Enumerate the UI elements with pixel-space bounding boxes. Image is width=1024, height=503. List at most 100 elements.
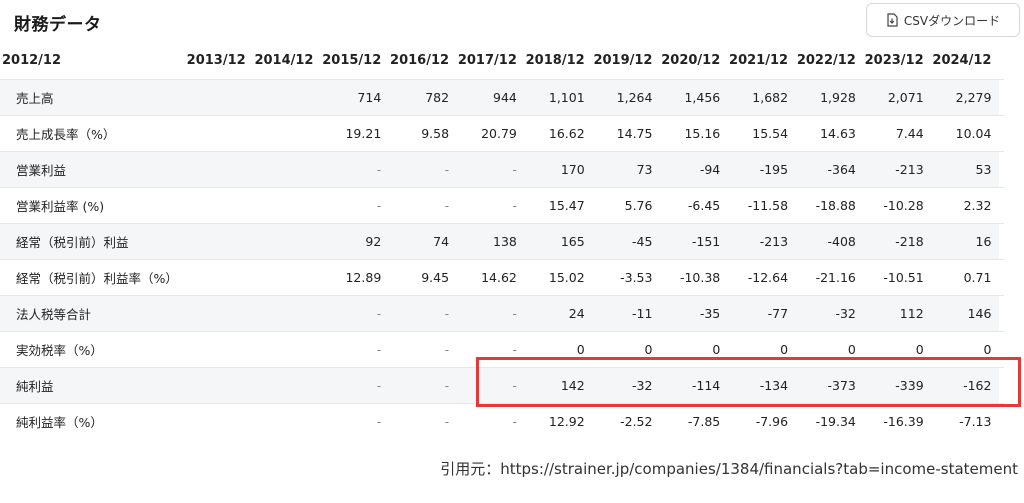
table-row: 純利益 - - - 142 -32 -114 -134 -373 -339 -162	[0, 367, 1004, 404]
value-cell: 714	[357, 90, 382, 105]
value-cell: 1,682	[752, 90, 789, 105]
value-cell: 142	[560, 378, 585, 393]
value-cell: -	[444, 306, 450, 321]
value-cell: -2.52	[620, 414, 653, 430]
value-cell: 16.62	[548, 126, 585, 141]
row-label: 純利益	[16, 379, 54, 394]
value-cell: 1,101	[548, 90, 585, 105]
row-label: 売上成長率（%）	[16, 127, 116, 142]
csv-download-button[interactable]: CSVダウンロード	[866, 3, 1020, 37]
value-cell	[254, 368, 322, 404]
value-cell	[186, 260, 254, 296]
value-cell: -11.58	[747, 198, 789, 213]
value-cell: 74	[433, 234, 450, 249]
table-header-row: 2012/12 2013/12 2014/12 2015/12 2016/12 2017…	[0, 42, 1004, 80]
page-title: 財務データ	[14, 15, 102, 35]
year-header-cell: 2018/12	[525, 53, 585, 68]
row-label: 売上高	[16, 91, 54, 106]
value-cell: -21.16	[815, 270, 856, 285]
value-cell: -218	[895, 234, 924, 249]
value-cell: 12.92	[548, 414, 585, 430]
value-cell: -114	[691, 378, 721, 393]
value-cell: -	[512, 342, 517, 357]
value-cell: 0.71	[963, 270, 992, 285]
value-cell	[254, 152, 322, 188]
value-cell: 73	[636, 162, 653, 177]
value-cell: 138	[493, 234, 517, 249]
value-cell: 0	[915, 342, 924, 357]
value-cell: -94	[699, 162, 721, 177]
value-cell: -11	[632, 306, 653, 321]
year-header-cell: 2014/12	[254, 53, 314, 68]
value-cell: -339	[895, 378, 924, 393]
value-cell: 0	[644, 342, 653, 357]
value-cell: 0	[712, 342, 721, 357]
value-cell: -	[512, 162, 517, 177]
value-cell: -18.88	[815, 198, 856, 213]
value-cell: 782	[425, 90, 450, 105]
value-cell: 2.32	[963, 198, 992, 213]
table-row: 純利益率（%） - - - 12.92 -2.52 -7.85 -7.96 -19.34 -16.…	[0, 403, 1004, 439]
value-cell: 10.04	[955, 126, 992, 141]
table-body: 売上高 714 782 944 1,101 1,264 1,456 1,682 1,928 2,0…	[0, 79, 1004, 439]
value-cell: 170	[560, 162, 585, 177]
value-cell: 9.45	[421, 270, 450, 285]
value-cell: 92	[365, 234, 382, 249]
value-cell: -	[512, 306, 517, 321]
value-cell: -10.51	[883, 270, 924, 285]
row-label: 営業利益率 (%)	[16, 199, 105, 214]
value-cell: -	[444, 198, 450, 213]
year-header-cell: 2015/12	[322, 53, 382, 68]
value-cell: 0	[983, 342, 992, 357]
value-cell: 53	[975, 162, 992, 177]
row-label: 営業利益	[16, 163, 67, 178]
value-cell: -	[444, 162, 450, 177]
row-label: 純利益率（%）	[16, 415, 103, 431]
value-cell	[186, 152, 254, 188]
value-cell: -408	[827, 234, 856, 249]
value-cell: -364	[827, 162, 856, 177]
value-cell: -	[512, 378, 517, 393]
value-cell: 14.62	[481, 270, 517, 285]
value-cell	[186, 404, 254, 439]
year-header-cell: 2021/12	[729, 53, 789, 68]
value-cell: 1,456	[684, 90, 721, 105]
year-header-cell: 2019/12	[593, 53, 653, 68]
value-cell: -3.53	[620, 270, 653, 285]
value-cell: -32	[632, 378, 653, 393]
value-cell: -	[376, 414, 382, 430]
value-cell: 15.16	[684, 126, 721, 141]
value-cell	[254, 80, 322, 116]
value-cell: -19.34	[815, 414, 856, 430]
value-cell: 24	[568, 306, 585, 321]
value-cell: -12.64	[747, 270, 789, 285]
financial-table-container[interactable]: 2012/12 2013/12 2014/12 2015/12 2016/12 2017…	[0, 42, 1024, 438]
value-cell	[254, 404, 322, 439]
value-cell: -134	[759, 378, 789, 393]
value-cell: -	[512, 414, 517, 430]
value-cell: -10.28	[883, 198, 924, 213]
value-cell: 14.63	[820, 126, 856, 141]
value-cell	[186, 224, 254, 260]
year-header-cell: 2024/12	[932, 53, 992, 68]
value-cell: -	[444, 414, 450, 430]
value-cell: -213	[895, 162, 924, 177]
value-cell: -	[444, 378, 450, 393]
value-cell	[254, 116, 322, 152]
value-cell: 16	[975, 234, 992, 249]
table-row: 法人税等合計 - - - 24 -11 -35 -77 -32 112 146	[0, 295, 1004, 332]
value-cell	[186, 116, 254, 152]
download-file-icon	[886, 13, 898, 27]
value-cell: -	[512, 198, 517, 213]
value-cell: -	[376, 378, 382, 393]
value-cell: 2,279	[955, 90, 992, 105]
value-cell: 165	[560, 234, 585, 249]
table-row: 経常（税引前）利益 92 74 138 165 -45 -151 -213 -408 -218 16	[0, 223, 1004, 260]
financial-data-table: 2012/12 2013/12 2014/12 2015/12 2016/12 2017…	[0, 42, 1004, 438]
value-cell	[186, 368, 254, 404]
value-cell: -195	[759, 162, 789, 177]
table-row: 経常（税引前）利益率（%） 12.89 9.45 14.62 15.02 -3.53 -10…	[0, 259, 1004, 296]
value-cell: 944	[493, 90, 517, 105]
value-cell: 1,928	[820, 90, 856, 105]
value-cell: 5.76	[624, 198, 653, 213]
